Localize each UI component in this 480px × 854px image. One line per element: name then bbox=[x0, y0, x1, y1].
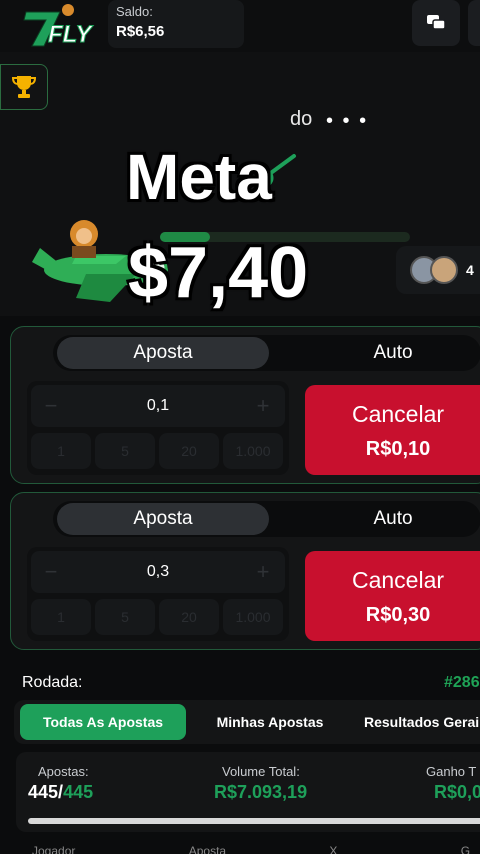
stake-input[interactable]: 0,3 bbox=[71, 551, 245, 593]
quick-amount-button[interactable]: 1 bbox=[31, 599, 91, 635]
bets-count-label: Apostas: bbox=[38, 764, 89, 779]
round-id[interactable]: #286 bbox=[444, 674, 480, 692]
round-label: Rodada: bbox=[22, 674, 83, 691]
bet-mode-tabs: Aposta Auto bbox=[53, 501, 480, 537]
column-bet: Aposta bbox=[188, 844, 227, 854]
decrease-button[interactable]: − bbox=[31, 385, 71, 427]
tab-aposta[interactable]: Aposta bbox=[57, 337, 269, 369]
stake-stepper: − 0,1 + bbox=[31, 385, 285, 427]
bets-filter-tabs: Todas As Apostas Minhas Apostas Resultad… bbox=[14, 700, 480, 744]
round-stats: Apostas: 445/445 Volume Total: R$7.093,1… bbox=[16, 752, 480, 832]
tab-aposta[interactable]: Aposta bbox=[57, 503, 269, 535]
quick-amount-button[interactable]: 20 bbox=[159, 599, 219, 635]
balance-box: Saldo: R$6,56 bbox=[108, 0, 244, 48]
tab-results[interactable]: Resultados Gerai bbox=[364, 704, 480, 740]
quick-amount-button[interactable]: 1.000 bbox=[223, 599, 283, 635]
waiting-text: do bbox=[290, 108, 313, 130]
bet-mode-tabs: Aposta Auto bbox=[53, 335, 480, 371]
increase-button[interactable]: + bbox=[243, 551, 283, 593]
tab-all-bets[interactable]: Todas As Apostas bbox=[20, 704, 186, 740]
svg-text:FLY: FLY bbox=[48, 21, 94, 48]
overlay-title: Meta bbox=[126, 141, 272, 213]
balance-label: Saldo: bbox=[116, 4, 153, 19]
player-avatar bbox=[430, 256, 458, 284]
bet-panel-2: Aposta Auto − 0,3 + 1 5 20 1.000 Cancela… bbox=[10, 492, 480, 650]
stake-control: − 0,1 + 1 5 20 1.000 bbox=[27, 381, 289, 475]
cancel-label: Cancelar bbox=[351, 567, 445, 593]
cancel-bet-button[interactable]: Cancelar R$0,10 bbox=[305, 385, 480, 475]
stake-control: − 0,3 + 1 5 20 1.000 bbox=[27, 547, 289, 641]
bets-count: 445/445 bbox=[28, 782, 93, 803]
7fly-logo[interactable]: FLY bbox=[20, 2, 106, 50]
players-count: 4 bbox=[466, 262, 474, 278]
volume-label: Volume Total: bbox=[222, 764, 300, 779]
quick-amount-button[interactable]: 20 bbox=[159, 433, 219, 469]
quick-amount-button[interactable]: 1 bbox=[31, 433, 91, 469]
chat-button[interactable] bbox=[412, 0, 460, 46]
table-header-partial: Jogador Aposta X G bbox=[32, 844, 470, 854]
tab-my-bets[interactable]: Minhas Apostas bbox=[210, 704, 330, 740]
cancel-label: Cancelar bbox=[351, 401, 445, 427]
bets-count-value: 445 bbox=[28, 782, 59, 802]
tab-auto[interactable]: Auto bbox=[313, 335, 473, 371]
bet-panel-1: Aposta Auto − 0,1 + 1 5 20 1.000 Cancela… bbox=[10, 326, 480, 484]
loading-dots: • • • bbox=[326, 110, 369, 132]
stake-stepper: − 0,3 + bbox=[31, 551, 285, 593]
stake-input[interactable]: 0,1 bbox=[71, 385, 245, 427]
column-gain: G bbox=[460, 844, 471, 854]
chat-icon bbox=[427, 15, 446, 30]
column-player: Jogador bbox=[32, 844, 76, 854]
volume-value: R$7.093,19 bbox=[214, 782, 308, 802]
trophy-icon bbox=[12, 76, 36, 98]
decrease-button[interactable]: − bbox=[31, 551, 71, 593]
players-widget[interactable]: 4 bbox=[396, 246, 480, 294]
overlay-amount: $7,40 bbox=[128, 233, 309, 313]
cancel-bet-button[interactable]: Cancelar R$0,30 bbox=[305, 551, 480, 641]
balance-value: R$6,56 bbox=[116, 23, 165, 40]
tab-auto[interactable]: Auto bbox=[313, 501, 473, 537]
cancel-amount: R$0,30 bbox=[365, 604, 431, 626]
gain-label: Ganho T bbox=[426, 764, 477, 779]
quick-amount-button[interactable]: 5 bbox=[95, 599, 155, 635]
quick-amount-button[interactable]: 1.000 bbox=[223, 433, 283, 469]
top-header: FLY Saldo: R$6,56 bbox=[0, 0, 480, 52]
gain-value: R$0,0 bbox=[434, 782, 480, 802]
leaderboard-button[interactable] bbox=[0, 64, 48, 110]
bets-total-value: 445 bbox=[63, 782, 94, 802]
cancel-amount: R$0,10 bbox=[365, 438, 431, 460]
stats-progress-bar bbox=[28, 818, 480, 824]
increase-button[interactable]: + bbox=[243, 385, 283, 427]
game-area: do • • • 4 Meta $7,40 bbox=[0, 52, 480, 316]
menu-button[interactable] bbox=[468, 0, 480, 46]
quick-amount-button[interactable]: 5 bbox=[95, 433, 155, 469]
column-multiplier: X bbox=[329, 844, 338, 854]
